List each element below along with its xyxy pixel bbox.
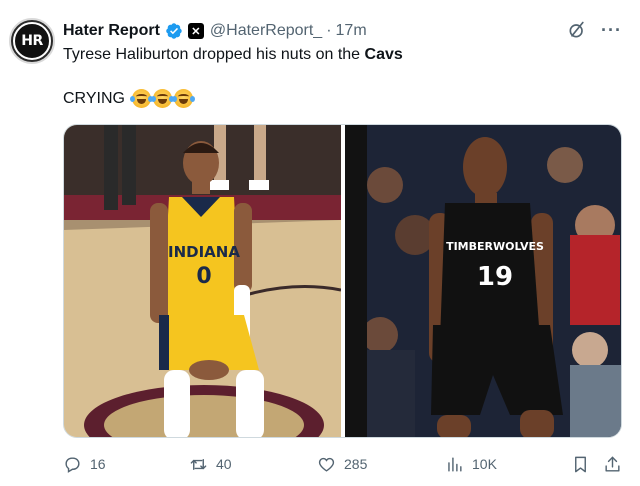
repost-icon — [190, 458, 207, 470]
analytics-icon — [448, 456, 462, 472]
laughing-crying-emoji-icon — [150, 89, 174, 108]
tweet[interactable]: HR Hater Report ✕ @HaterReport_ · 17m ··… — [0, 0, 640, 486]
jersey-team-right: TIMBERWOLVES — [446, 240, 544, 253]
header-actions: ··· — [567, 20, 622, 40]
avatar-logo: HR — [13, 22, 51, 60]
repost-button[interactable]: 40 — [189, 452, 232, 476]
repost-count: 40 — [216, 456, 232, 472]
photo-haliburton[interactable]: INDIANA 0 — [64, 125, 341, 438]
tweet-text-prefix: Tyrese Haliburton dropped his nuts on th… — [63, 46, 365, 63]
more-icon[interactable]: ··· — [601, 21, 622, 39]
views-button[interactable]: 10K — [445, 452, 497, 476]
tweet-text-line2: CRYING — [63, 89, 195, 108]
tweet-header: Hater Report ✕ @HaterReport_ · 17m — [63, 20, 367, 42]
heart-icon — [318, 457, 335, 472]
laughing-crying-emoji-icon — [129, 89, 153, 108]
reply-icon — [65, 456, 80, 473]
tweet-text-bold: Cavs — [364, 46, 403, 63]
author-name[interactable]: Hater Report — [63, 22, 160, 40]
verified-badge-icon[interactable] — [165, 22, 183, 40]
grok-icon[interactable] — [567, 20, 587, 40]
action-bar: 16 40 285 10K — [63, 452, 625, 476]
x-affiliate-icon[interactable]: ✕ — [187, 23, 204, 39]
timestamp[interactable]: 17m — [336, 22, 367, 40]
bookmark-icon — [575, 456, 586, 472]
jersey-team-left: INDIANA — [168, 243, 240, 261]
like-button[interactable]: 285 — [317, 452, 367, 476]
like-count: 285 — [344, 456, 368, 472]
bookmark-button[interactable] — [571, 452, 590, 476]
view-count: 10K — [472, 456, 497, 472]
tweet-text-crying: CRYING — [63, 89, 125, 107]
reply-count: 16 — [90, 456, 106, 472]
media-grid[interactable]: INDIANA 0 TIMBERWOLVES 19 — [63, 124, 622, 438]
author-handle[interactable]: @HaterReport_ — [210, 22, 322, 40]
reply-button[interactable]: 16 — [63, 452, 106, 476]
laughing-crying-emoji-icon — [171, 89, 195, 108]
jersey-number-left: 0 — [196, 264, 211, 289]
separator-dot: · — [326, 22, 332, 39]
photo-timberwolves-player[interactable]: TIMBERWOLVES 19 — [345, 125, 622, 438]
share-button[interactable] — [603, 452, 622, 476]
tweet-text-line1: Tyrese Haliburton dropped his nuts on th… — [63, 46, 403, 64]
avatar[interactable]: HR — [9, 18, 55, 64]
jersey-number-right: 19 — [477, 262, 513, 292]
share-icon — [605, 456, 620, 472]
